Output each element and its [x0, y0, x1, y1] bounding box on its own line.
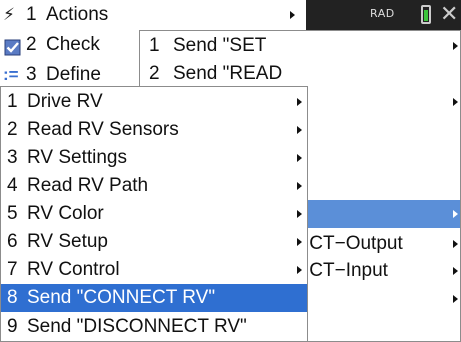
menu-item-label: RV Color [27, 203, 104, 224]
menu-item-number: 1 [7, 91, 18, 112]
menu-item-label: :CT−Output [304, 233, 403, 254]
battery-icon [421, 5, 431, 24]
chevron-right-icon [453, 267, 458, 275]
menu-item-read-rv-sensors[interactable]: 2 Read RV Sensors [1, 116, 307, 144]
menu-item-rv-color[interactable]: 5 RV Color [1, 200, 307, 228]
menu-item-send-set[interactable]: 1 Send "SET [140, 32, 460, 60]
chevron-right-icon [297, 126, 302, 134]
menu-item-number: 2 [26, 34, 37, 55]
menu-item-rv-settings[interactable]: 3 RV Settings [1, 144, 307, 172]
menu-item-send-read[interactable]: 2 Send "READ [140, 60, 460, 88]
menu-item-number: 1 [26, 4, 37, 25]
menu-item-label: Read RV Path [27, 175, 149, 196]
chevron-right-icon [297, 266, 302, 274]
menu-item-send-connect-rv[interactable]: 8 Send "CONNECT RV" [1, 284, 307, 312]
chevron-right-icon [297, 182, 302, 190]
define-icon: := [3, 65, 19, 84]
menu-item-label: Send "READ [173, 63, 283, 84]
menu-item-number: 4 [7, 175, 18, 196]
menu-item-number: 7 [7, 259, 18, 280]
close-icon[interactable]: ✕ [440, 2, 458, 27]
menu-item-read-rv-path[interactable]: 4 Read RV Path [1, 172, 307, 200]
menu-item-rv-setup[interactable]: 6 RV Setup [1, 228, 307, 256]
menu-item-label: Check [46, 34, 100, 55]
menu-item-number: 9 [7, 316, 18, 337]
menu-item-label: Send "SET [173, 35, 267, 56]
chevron-right-icon [290, 11, 295, 19]
menu-item-label: :CT−Input [304, 260, 388, 281]
menu-item-number: 5 [7, 203, 18, 224]
menu-item-label: Send "CONNECT RV" [27, 287, 216, 308]
menu-item-rover-highlight[interactable] [303, 200, 460, 228]
menu-item-rv-control[interactable]: 7 RV Control [1, 256, 307, 284]
chevron-right-icon [453, 42, 458, 50]
lightning-icon: ⚡ [3, 5, 15, 24]
menu-item-number: 2 [149, 63, 160, 84]
angle-mode-indicator: RAD [370, 7, 395, 20]
chevron-right-icon [453, 210, 458, 218]
menu-item-number: 8 [7, 287, 18, 308]
menu-item-actions[interactable]: ⚡ 1 Actions [0, 1, 306, 29]
chevron-right-icon [297, 154, 302, 162]
menu-item-label: Read RV Sensors [27, 119, 179, 140]
menu-item-send-disconnect-rv[interactable]: 9 Send "DISCONNECT RV" [1, 313, 307, 341]
menu-item-label: Drive RV [27, 91, 103, 112]
chevron-right-icon [453, 295, 458, 303]
menu-item-number: 2 [7, 119, 18, 140]
rv-submenu: 1 Drive RV 2 Read RV Sensors 3 RV Settin… [0, 86, 308, 342]
menu-item-label: Actions [46, 4, 109, 25]
chevron-right-icon [297, 238, 302, 246]
chevron-right-icon [453, 240, 458, 248]
menu-item-label: Define [46, 64, 101, 85]
menu-item-number: 1 [149, 35, 160, 56]
menu-item-number: 3 [7, 147, 18, 168]
menu-item-label: RV Settings [27, 147, 127, 168]
chevron-right-icon [297, 210, 302, 218]
menu-item-number: 3 [26, 64, 37, 85]
menu-item-drive-rv[interactable]: 1 Drive RV [1, 88, 307, 116]
menu-item-label: Send "DISCONNECT RV" [27, 316, 247, 337]
menu-item-number: 6 [7, 231, 18, 252]
chevron-right-icon [453, 98, 458, 106]
chevron-right-icon [297, 98, 302, 106]
menu-item-label: RV Control [27, 259, 120, 280]
checkbox-icon [4, 37, 21, 56]
menu-item-label: RV Setup [27, 231, 108, 252]
